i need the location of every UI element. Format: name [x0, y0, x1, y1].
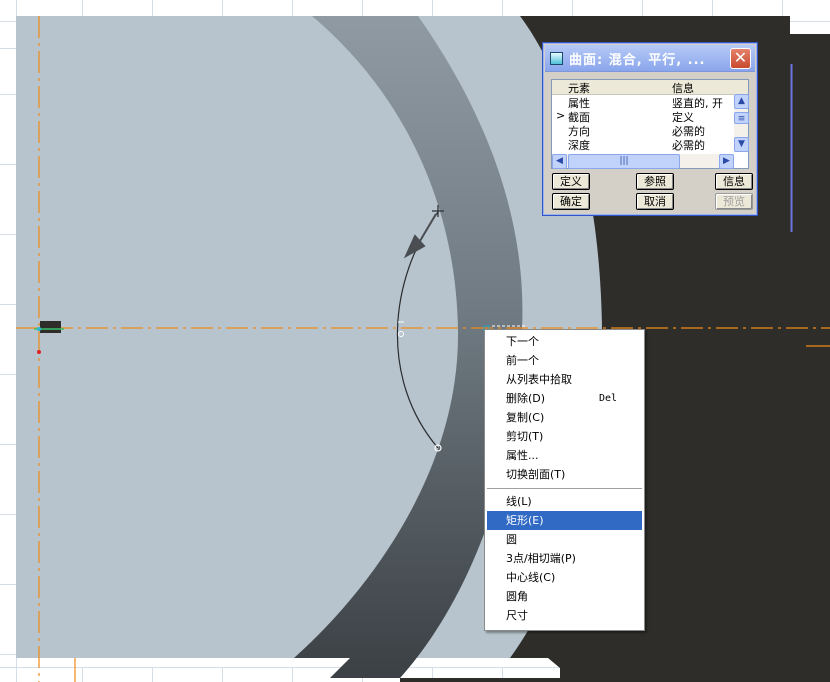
dialog-title: 曲面: 混合, 平行, ...	[569, 53, 706, 68]
menu-item-label: 圆	[506, 533, 517, 546]
cancel-button[interactable]: 取消	[636, 193, 674, 210]
menu-item-delete[interactable]: 删除(D) Del	[487, 389, 642, 408]
menu-item-label: 剪切(T)	[506, 430, 544, 443]
menu-item-properties[interactable]: 属性...	[487, 446, 642, 465]
close-icon[interactable]: ✕	[730, 48, 751, 69]
info-button[interactable]: 信息	[715, 173, 753, 190]
table-header: 元素 信息	[552, 80, 748, 95]
table-row[interactable]: > 截面 定义	[552, 109, 734, 124]
menu-item-label: 前一个	[506, 354, 539, 367]
scroll-up-icon[interactable]: ▲	[734, 94, 749, 109]
menu-item-label: 中心线(C)	[506, 571, 556, 584]
menu-item-cut[interactable]: 剪切(T)	[487, 427, 642, 446]
menu-item-label: 删除(D)	[506, 392, 546, 405]
row-marker: >	[556, 109, 566, 122]
menu-item-label: 下一个	[506, 335, 539, 348]
dialog-titlebar[interactable]: 曲面: 混合, 平行, ... ✕	[545, 45, 755, 72]
table-row[interactable]: 属性 竖直的, 开	[552, 95, 734, 110]
element-info-table: 元素 信息 属性 竖直的, 开 > 截面 定义 方向 必需的 深度 必需的 ▲ …	[551, 79, 749, 169]
table-row[interactable]: 方向 必需的	[552, 123, 734, 138]
menu-item-label: 矩形(E)	[506, 514, 544, 527]
table-row[interactable]: 深度 必需的	[552, 137, 734, 152]
menu-item-toggle-section[interactable]: 切换剖面(T)	[487, 465, 642, 484]
horizontal-scrollbar[interactable]: ◀ ||| ▶	[552, 154, 734, 169]
menu-item-label: 3点/相切端(P)	[506, 552, 576, 565]
menu-item-next[interactable]: 下一个	[487, 332, 642, 351]
menu-item-label: 切换剖面(T)	[506, 468, 566, 481]
row-info: 必需的	[672, 139, 705, 152]
menu-item-pick-from-list[interactable]: 从列表中拾取	[487, 370, 642, 389]
scroll-down-icon[interactable]: ▼	[734, 137, 749, 152]
hscroll-thumb[interactable]: |||	[568, 154, 680, 169]
ok-button[interactable]: 确定	[552, 193, 590, 210]
menu-item-rectangle[interactable]: 矩形(E)	[487, 511, 642, 530]
menu-item-fillet[interactable]: 圆角	[487, 587, 642, 606]
context-menu: 下一个 前一个 从列表中拾取 删除(D) Del 复制(C) 剪切(T) 属性.…	[484, 329, 645, 631]
menu-item-shortcut: Del	[599, 393, 618, 404]
preview-button: 预览	[715, 193, 753, 210]
column-header-element: 元素	[568, 82, 590, 95]
menu-item-label: 属性...	[506, 449, 539, 462]
menu-item-dimension[interactable]: 尺寸	[487, 606, 642, 625]
reference-button[interactable]: 参照	[636, 173, 674, 190]
menu-item-centerline[interactable]: 中心线(C)	[487, 568, 642, 587]
menu-item-3point-arc[interactable]: 3点/相切端(P)	[487, 549, 642, 568]
menu-item-copy[interactable]: 复制(C)	[487, 408, 642, 427]
menu-item-label: 从列表中拾取	[506, 373, 572, 386]
scroll-thumb[interactable]: ≡	[734, 112, 749, 124]
menu-item-label: 尺寸	[506, 609, 528, 622]
column-header-info: 信息	[672, 82, 694, 95]
menu-item-label: 圆角	[506, 590, 528, 603]
menu-item-circle[interactable]: 圆	[487, 530, 642, 549]
row-element: 深度	[568, 139, 590, 152]
scroll-right-icon[interactable]: ▶	[719, 154, 734, 169]
dialog-app-icon	[550, 52, 563, 65]
vertical-scrollbar[interactable]: ▲ ≡ ▼	[734, 94, 749, 152]
menu-separator	[487, 488, 642, 490]
menu-item-line[interactable]: 线(L)	[487, 492, 642, 511]
scroll-left-icon[interactable]: ◀	[552, 154, 567, 169]
menu-item-label: 复制(C)	[506, 411, 545, 424]
define-button[interactable]: 定义	[552, 173, 590, 190]
menu-item-label: 线(L)	[506, 495, 532, 508]
menu-item-previous[interactable]: 前一个	[487, 351, 642, 370]
feature-definition-dialog: 曲面: 混合, 平行, ... ✕ 元素 信息 属性 竖直的, 开 > 截面 定…	[542, 42, 758, 216]
